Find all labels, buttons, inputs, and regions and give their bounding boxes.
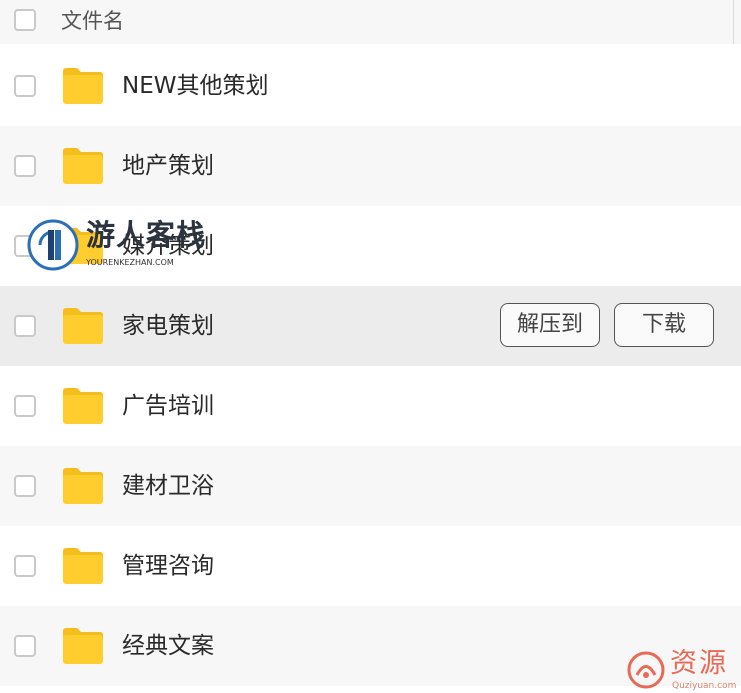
row-checkbox[interactable]	[14, 75, 36, 97]
extract-to-button[interactable]: 解压到	[500, 303, 600, 347]
folder-icon	[61, 306, 105, 346]
folder-icon	[61, 386, 105, 426]
file-name[interactable]: 地产策划	[122, 150, 214, 182]
watermark-quziyuan: 资源 Quziyuan.com	[626, 648, 741, 693]
watermark-subtitle: Quziyuan.com	[672, 681, 737, 691]
row-checkbox[interactable]	[14, 155, 36, 177]
file-row[interactable]: 建材卫浴	[0, 446, 741, 526]
folder-icon	[61, 466, 105, 506]
file-row[interactable]: 广告培训	[0, 366, 741, 446]
file-list-header: 文件名	[0, 0, 741, 44]
watermark-logo-icon	[26, 218, 80, 272]
file-row[interactable]: 管理咨询	[0, 526, 741, 606]
column-divider[interactable]	[733, 0, 734, 44]
file-row[interactable]: 地产策划	[0, 126, 741, 206]
file-row-hovered[interactable]: 家电策划 解压到 下载	[0, 286, 741, 366]
download-button[interactable]: 下载	[614, 303, 714, 347]
watermark-logo-icon	[626, 650, 666, 690]
folder-icon	[61, 66, 105, 106]
watermark-subtitle: YOURENKEZHAN.COM	[86, 258, 174, 267]
watermark-yourenkezhan: 游人客栈 YOURENKEZHAN.COM	[26, 218, 226, 274]
file-name[interactable]: 管理咨询	[122, 550, 214, 582]
row-checkbox[interactable]	[14, 635, 36, 657]
row-checkbox[interactable]	[14, 475, 36, 497]
watermark-title: 资源	[670, 648, 728, 679]
file-name[interactable]: 建材卫浴	[122, 470, 214, 502]
file-name[interactable]: 广告培训	[122, 390, 214, 422]
file-name[interactable]: NEW其他策划	[122, 70, 268, 102]
file-list: 文件名 NEW其他策划 地产策划 媒介策划 家电策划 解压到 下载 广告培训 建…	[0, 0, 741, 693]
select-all-checkbox[interactable]	[14, 9, 36, 31]
row-checkbox[interactable]	[14, 315, 36, 337]
watermark-title: 游人客栈	[86, 218, 207, 252]
row-checkbox[interactable]	[14, 555, 36, 577]
row-checkbox[interactable]	[14, 395, 36, 417]
folder-icon	[61, 546, 105, 586]
folder-icon	[61, 146, 105, 186]
file-name[interactable]: 经典文案	[122, 630, 214, 662]
folder-icon	[61, 626, 105, 666]
column-header-filename[interactable]: 文件名	[61, 6, 124, 36]
file-row[interactable]: NEW其他策划	[0, 46, 741, 126]
file-name[interactable]: 家电策划	[122, 310, 214, 342]
